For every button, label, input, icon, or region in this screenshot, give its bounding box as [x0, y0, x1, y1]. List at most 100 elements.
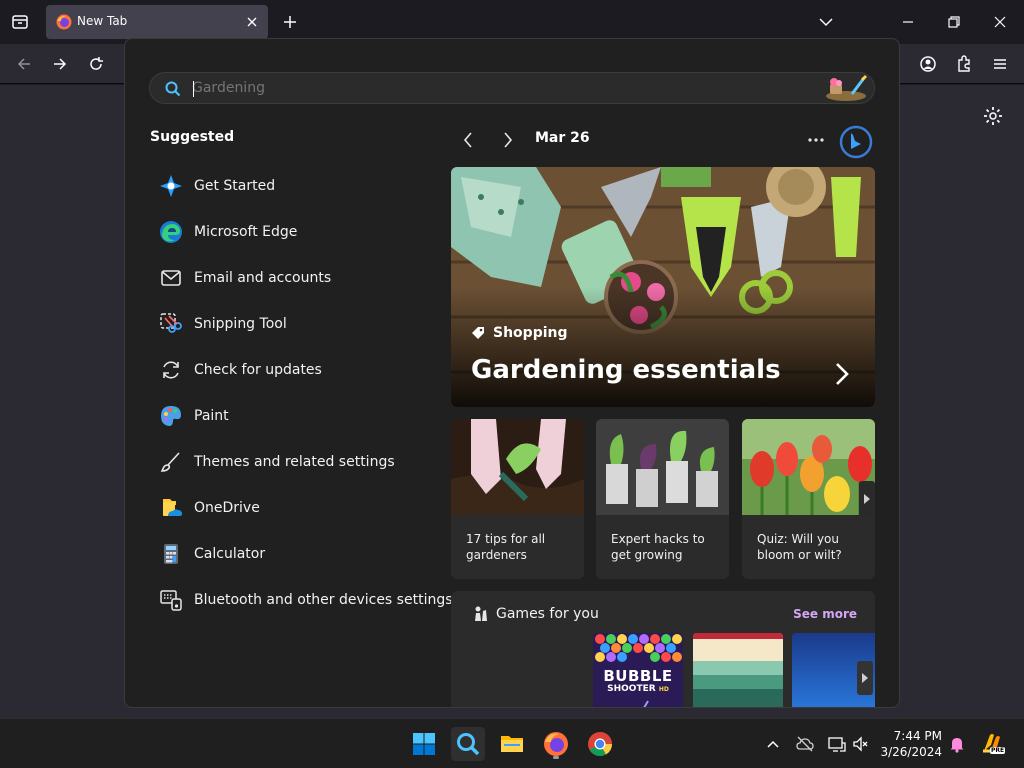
- news-cards: 17 tips for all gardeners Expert hacks t…: [451, 419, 875, 579]
- search-highlight-icon[interactable]: [824, 74, 870, 102]
- app-label: Snipping Tool: [194, 316, 287, 332]
- hero-title: Gardening essentials: [471, 355, 781, 385]
- firefox-icon: [544, 732, 568, 756]
- back-icon[interactable]: [14, 54, 34, 74]
- firefox-taskbar-button[interactable]: [539, 727, 573, 761]
- close-window-icon[interactable]: [990, 12, 1010, 32]
- copilot-badge: PRE: [990, 747, 1006, 754]
- suggested-email-and-accounts[interactable]: Email and accounts: [159, 255, 449, 301]
- search-taskbar-button[interactable]: [451, 727, 485, 761]
- app-label: Paint: [194, 408, 229, 424]
- suggested-calculator[interactable]: Calculator: [159, 531, 449, 577]
- app-label: Check for updates: [194, 362, 322, 378]
- account-icon[interactable]: [918, 54, 938, 74]
- chrome-icon: [588, 732, 612, 757]
- start-button[interactable]: [407, 727, 441, 761]
- extensions-icon[interactable]: [954, 54, 974, 74]
- suggested-paint[interactable]: Paint: [159, 393, 449, 439]
- card-title: 17 tips for all gardeners: [466, 532, 546, 562]
- app-menu-icon[interactable]: [990, 54, 1010, 74]
- mail-icon: [161, 270, 181, 286]
- close-tab-icon[interactable]: [244, 14, 260, 30]
- more-options-icon[interactable]: [805, 129, 827, 151]
- forward-icon[interactable]: [50, 54, 70, 74]
- firefox-view-icon: [12, 15, 28, 29]
- snipping-tool-icon: [160, 313, 182, 333]
- network-icon[interactable]: [828, 735, 846, 753]
- suggested-check-for-updates[interactable]: Check for updates: [159, 347, 449, 393]
- system-clock[interactable]: 7:44 PM 3/26/2024: [880, 728, 942, 760]
- card-thumbnail: [451, 419, 584, 515]
- play-right-icon: [864, 494, 870, 504]
- chrome-taskbar-button[interactable]: [583, 727, 617, 761]
- paint-icon: [161, 406, 181, 426]
- firefox-icon: [56, 14, 72, 30]
- gear-icon[interactable]: [982, 105, 1004, 127]
- suggested-get-started[interactable]: Get Started: [159, 163, 449, 209]
- tab-title: New Tab: [77, 14, 128, 28]
- game-tile[interactable]: [693, 633, 783, 707]
- onedrive-icon: [163, 499, 182, 516]
- hero-card-gardening[interactable]: Shopping Gardening essentials: [451, 167, 875, 407]
- suggested-themes-and-related-settings[interactable]: Themes and related settings: [159, 439, 449, 485]
- app-label: Bluetooth and other devices settings: [194, 592, 453, 608]
- chevron-left-icon[interactable]: [459, 129, 477, 151]
- app-label: Microsoft Edge: [194, 224, 298, 240]
- calculator-icon: [164, 544, 178, 564]
- clock-time: 7:44 PM: [893, 729, 942, 743]
- chevron-up-icon[interactable]: [764, 735, 782, 753]
- see-more-link[interactable]: See more: [793, 607, 857, 621]
- reload-icon[interactable]: [86, 54, 106, 74]
- bing-icon[interactable]: [839, 125, 873, 159]
- cards-next-button[interactable]: [859, 481, 875, 517]
- app-label: Calculator: [194, 546, 266, 562]
- list-all-tabs-icon[interactable]: [816, 12, 836, 32]
- restore-icon[interactable]: [944, 12, 964, 32]
- firefox-view-button[interactable]: [8, 10, 32, 34]
- hero-tag: Shopping: [471, 325, 568, 341]
- bell-icon[interactable]: [948, 735, 966, 753]
- suggested-onedrive[interactable]: OneDrive: [159, 485, 449, 531]
- app-label: Themes and related settings: [194, 454, 395, 470]
- search-icon: [457, 733, 480, 756]
- chevron-right-icon[interactable]: [499, 129, 517, 151]
- taskbar: 7:44 PM 3/26/2024 PRE: [0, 718, 1024, 768]
- tag-icon: [472, 327, 484, 339]
- news-card[interactable]: 17 tips for all gardeners: [451, 419, 584, 579]
- suggested-bluetooth-and-other-devices-settings[interactable]: Bluetooth and other devices settings: [159, 577, 453, 623]
- running-indicator: [553, 756, 559, 759]
- game-tile-bubble-shooter[interactable]: BUBBLE SHOOTER HD: [593, 633, 683, 707]
- chess-piece-icon: [475, 606, 487, 621]
- suggested-microsoft-edge[interactable]: Microsoft Edge: [159, 209, 449, 255]
- file-explorer-button[interactable]: [495, 727, 529, 761]
- play-right-icon: [862, 673, 868, 683]
- edge-icon: [160, 221, 182, 243]
- suggested-snipping-tool[interactable]: Snipping Tool: [159, 301, 449, 347]
- search-flyout: Suggested Get Started Microsoft Edge Ema…: [124, 38, 900, 708]
- refresh-icon: [163, 361, 179, 379]
- games-next-button[interactable]: [857, 661, 873, 695]
- minimize-icon[interactable]: [898, 12, 918, 32]
- copilot-button[interactable]: PRE: [980, 731, 1006, 757]
- card-title: Expert hacks to get growing: [611, 532, 705, 562]
- clock-date: 3/26/2024: [880, 745, 942, 759]
- news-card[interactable]: Quiz: Will you bloom or wilt?: [742, 419, 875, 579]
- game-title-line2-text: SHOOTER: [607, 684, 656, 694]
- app-label: Get Started: [194, 178, 276, 194]
- games-section: Games for you See more BUBBLE SHOOTER HD: [451, 591, 875, 707]
- brush-icon: [160, 452, 180, 472]
- windows-logo-icon: [413, 733, 435, 755]
- app-label: Email and accounts: [194, 270, 332, 286]
- search-box[interactable]: [149, 72, 875, 104]
- news-header: Mar 26: [451, 125, 875, 159]
- new-tab-icon[interactable]: [280, 12, 300, 32]
- card-thumbnail: [596, 419, 729, 515]
- search-input[interactable]: [192, 77, 792, 99]
- news-date: Mar 26: [535, 130, 590, 146]
- volume-muted-icon[interactable]: [852, 735, 870, 753]
- tab-new-tab[interactable]: New Tab: [46, 5, 268, 39]
- news-card[interactable]: Expert hacks to get growing: [596, 419, 729, 579]
- chevron-right-icon[interactable]: [833, 361, 851, 387]
- cloud-offline-icon[interactable]: [796, 735, 814, 753]
- text-caret: [193, 81, 194, 97]
